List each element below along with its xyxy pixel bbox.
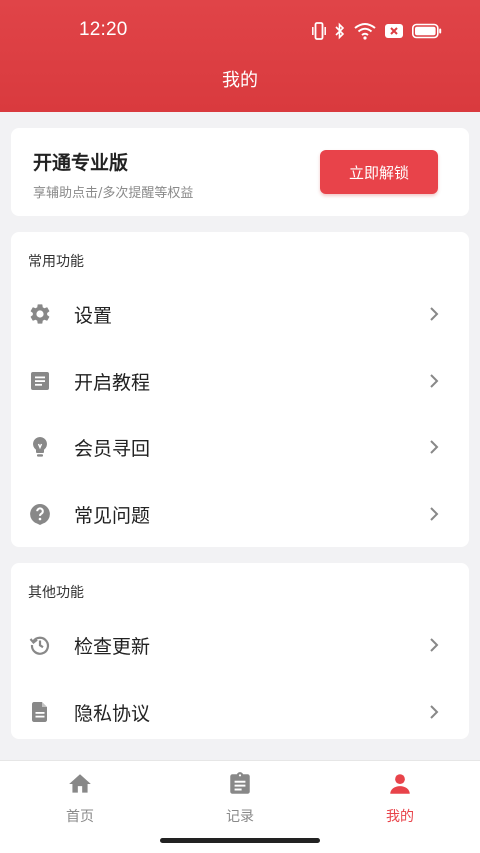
person-icon xyxy=(387,771,413,797)
section-title: 其他功能 xyxy=(28,585,84,601)
menu-item-label: 检查更新 xyxy=(74,636,151,658)
update-icon xyxy=(28,633,52,657)
pro-upgrade-card: 开通专业版 享辅助点击/多次提醒等权益 立即解锁 xyxy=(11,128,469,216)
tab-label: 首页 xyxy=(66,809,94,825)
home-indicator xyxy=(160,838,320,843)
unlock-button[interactable]: 立即解锁 xyxy=(320,150,438,194)
wifi-icon xyxy=(354,22,376,40)
status-icons xyxy=(312,20,442,42)
tab-label: 我的 xyxy=(386,809,414,825)
status-time: 12:20 xyxy=(79,19,128,40)
battery-icon xyxy=(412,23,442,39)
section-title: 常用功能 xyxy=(28,254,84,270)
menu-item-check-update[interactable]: 检查更新 xyxy=(11,615,469,675)
chevron-right-icon xyxy=(429,439,439,455)
chevron-right-icon xyxy=(429,704,439,720)
other-features-section: 其他功能 检查更新 隐私协议 xyxy=(11,563,469,739)
menu-item-faq[interactable]: 常见问题 xyxy=(11,484,469,544)
chevron-right-icon xyxy=(429,506,439,522)
menu-item-label: 隐私协议 xyxy=(74,703,151,725)
pro-subtitle: 享辅助点击/多次提醒等权益 xyxy=(33,186,194,201)
help-circle-icon xyxy=(28,502,52,526)
lightbulb-icon xyxy=(28,435,52,459)
bluetooth-icon xyxy=(335,22,345,40)
chevron-right-icon xyxy=(429,373,439,389)
status-bar: 12:20 xyxy=(0,0,480,50)
file-icon xyxy=(28,700,52,724)
menu-item-settings[interactable]: 设置 xyxy=(11,284,469,344)
menu-item-label: 会员寻回 xyxy=(74,438,151,460)
menu-item-label: 设置 xyxy=(74,305,113,327)
chevron-right-icon xyxy=(429,637,439,653)
clipboard-icon xyxy=(227,771,253,797)
chevron-right-icon xyxy=(429,306,439,322)
menu-item-member-recovery[interactable]: 会员寻回 xyxy=(11,417,469,477)
tab-mine[interactable]: 我的 xyxy=(350,771,450,833)
tab-home[interactable]: 首页 xyxy=(30,771,130,833)
home-icon xyxy=(67,771,93,797)
tab-records[interactable]: 记录 xyxy=(190,771,290,833)
page-title: 我的 xyxy=(222,70,258,91)
vibrate-icon xyxy=(312,22,326,40)
sim-off-icon xyxy=(385,23,403,39)
menu-item-label: 常见问题 xyxy=(74,505,151,527)
gear-icon xyxy=(28,302,52,326)
menu-item-label: 开启教程 xyxy=(74,372,151,394)
document-icon xyxy=(28,369,52,393)
app-header: 12:20 我的 xyxy=(0,0,480,112)
pro-title: 开通专业版 xyxy=(33,152,129,174)
common-features-section: 常用功能 设置 开启教程 会员寻回 常见问题 xyxy=(11,232,469,547)
menu-item-tutorial[interactable]: 开启教程 xyxy=(11,351,469,411)
menu-item-privacy-policy[interactable]: 隐私协议 xyxy=(11,682,469,742)
tab-label: 记录 xyxy=(226,809,254,825)
